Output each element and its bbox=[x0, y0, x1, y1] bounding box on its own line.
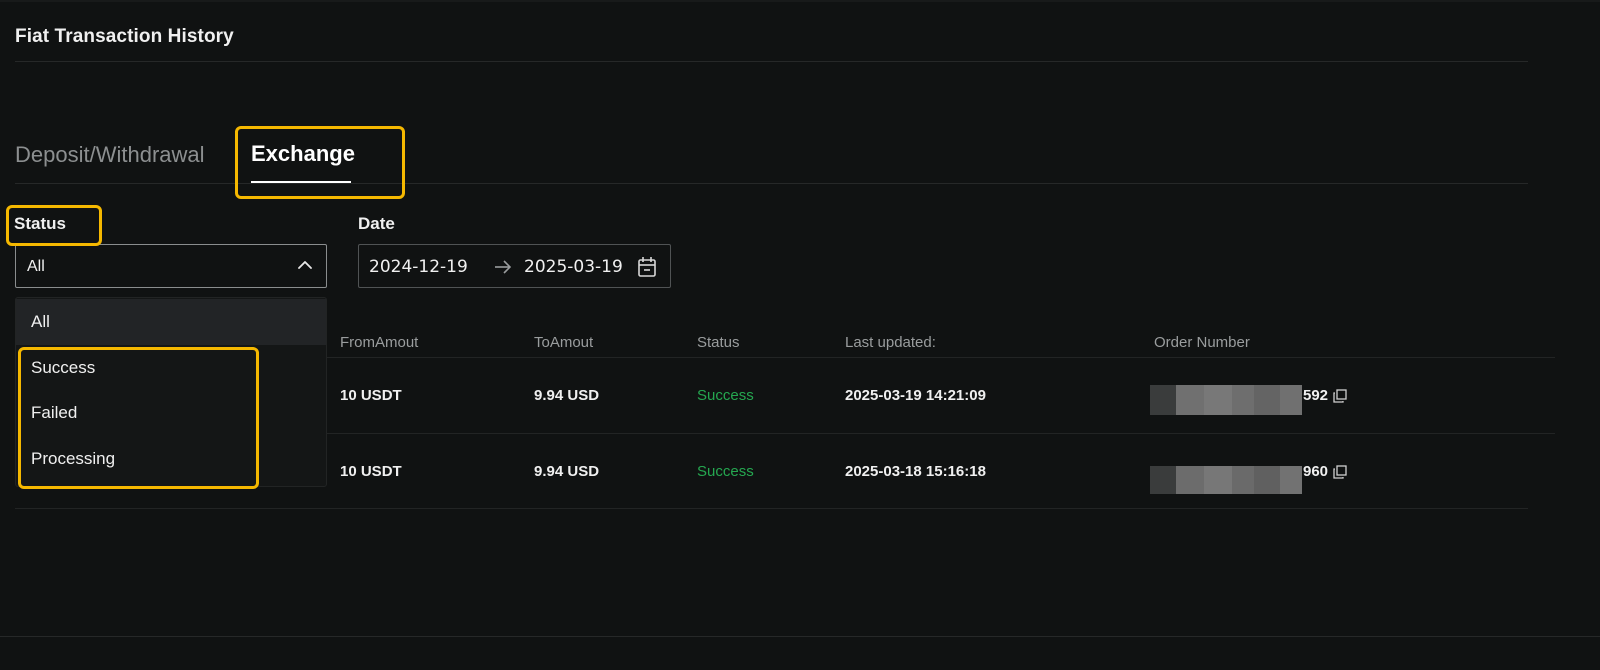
title-divider bbox=[15, 61, 1528, 62]
status-select[interactable]: All bbox=[15, 244, 327, 288]
chevron-up-icon bbox=[298, 261, 312, 269]
redacted-order-number bbox=[1150, 382, 1302, 416]
column-header-from-amount: FromAmout bbox=[340, 334, 419, 351]
calendar-icon[interactable] bbox=[637, 256, 657, 278]
cell-to-amount: 9.94 USD bbox=[534, 387, 600, 404]
tab-exchange[interactable]: Exchange bbox=[251, 141, 355, 167]
date-filter-label: Date bbox=[358, 214, 395, 233]
tab-deposit-withdrawal[interactable]: Deposit/Withdrawal bbox=[15, 142, 205, 168]
cell-status: Success bbox=[697, 463, 754, 480]
cell-to-amount: 9.94 USD bbox=[534, 463, 600, 480]
column-header-to-amount: ToAmout bbox=[534, 334, 594, 351]
status-dropdown-menu: All Success Failed Processing bbox=[15, 297, 327, 487]
status-option-processing[interactable]: Processing bbox=[16, 436, 326, 482]
status-option-failed[interactable]: Failed bbox=[16, 390, 326, 436]
status-select-value: All bbox=[27, 258, 45, 275]
cell-last-updated: 2025-03-18 15:16:18 bbox=[845, 463, 986, 480]
cell-from-amount: 10 USDT bbox=[340, 463, 402, 480]
date-start-input[interactable]: 2024-12-19 bbox=[369, 257, 468, 277]
date-end-input[interactable]: 2025-03-19 bbox=[524, 257, 623, 277]
tabs-divider bbox=[15, 183, 1528, 184]
bottom-divider bbox=[0, 636, 1600, 637]
order-number-suffix: 592 bbox=[1303, 387, 1329, 404]
cell-last-updated: 2025-03-19 14:21:09 bbox=[845, 387, 986, 404]
top-divider bbox=[0, 0, 1600, 2]
cell-from-amount: 10 USDT bbox=[340, 387, 402, 404]
order-number-suffix: 960 bbox=[1303, 463, 1329, 480]
status-filter-label: Status bbox=[14, 214, 66, 233]
column-header-last-updated: Last updated: bbox=[845, 334, 936, 351]
status-option-all[interactable]: All bbox=[16, 299, 326, 345]
arrow-right-icon bbox=[495, 260, 512, 274]
cell-status: Success bbox=[697, 387, 754, 404]
column-header-status: Status bbox=[697, 334, 740, 351]
redacted-order-number bbox=[1150, 460, 1302, 494]
copy-icon[interactable] bbox=[1333, 465, 1347, 479]
copy-icon[interactable] bbox=[1333, 389, 1347, 403]
status-option-success[interactable]: Success bbox=[16, 345, 326, 391]
page-title: Fiat Transaction History bbox=[15, 26, 234, 47]
column-header-order-number: Order Number bbox=[1154, 334, 1250, 351]
table-bottom-divider bbox=[15, 508, 1528, 509]
date-range-picker[interactable]: 2024-12-19 2025-03-19 bbox=[358, 244, 671, 288]
